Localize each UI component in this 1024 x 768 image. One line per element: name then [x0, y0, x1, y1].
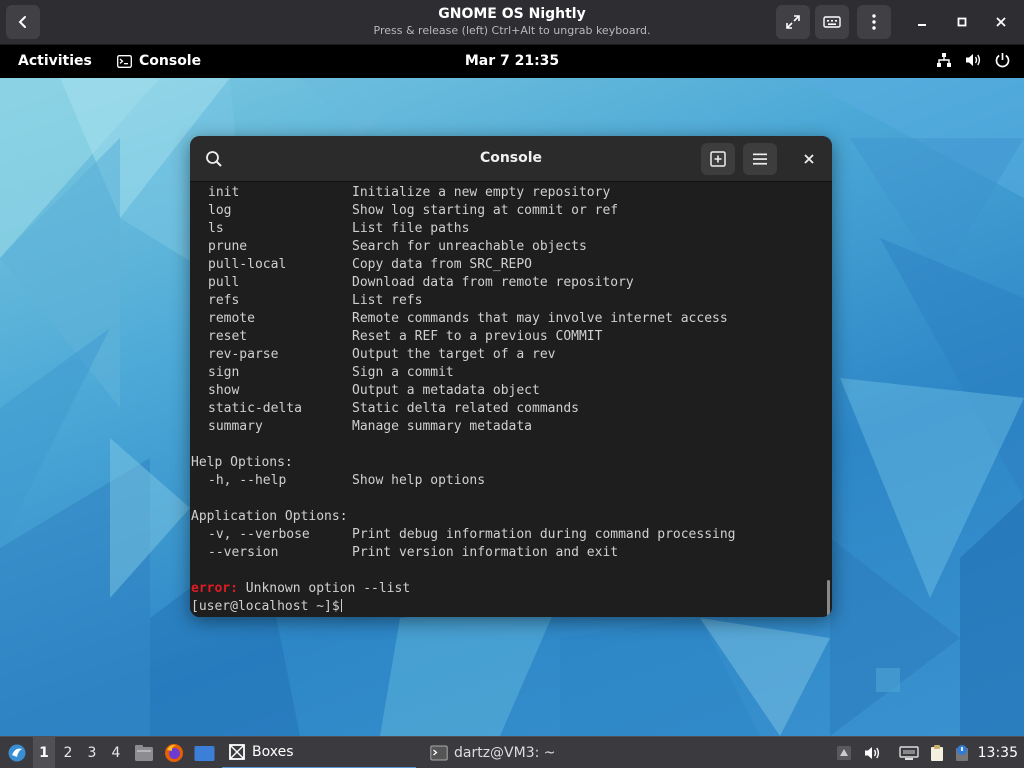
clipboard-icon [931, 745, 943, 761]
workspace-2[interactable]: 2 [57, 737, 79, 768]
new-tab-icon [710, 151, 726, 167]
taskbar-clock[interactable]: 13:35 [978, 737, 1018, 768]
file-manager-icon [135, 745, 153, 761]
kebab-menu-icon [872, 14, 876, 30]
vm-subtitle: Press & release (left) Ctrl+Alt to ungra… [373, 24, 651, 37]
back-button[interactable] [6, 5, 40, 39]
power-icon [995, 53, 1010, 68]
error-message: Unknown option --list [237, 581, 411, 596]
hamburger-menu-button[interactable] [743, 143, 777, 175]
vm-title-area: GNOME OS Nightly Press & release (left) … [300, 6, 724, 38]
update-icon [956, 745, 968, 761]
workspace-3[interactable]: 3 [81, 737, 103, 768]
application-options-heading: Application Options: [191, 509, 348, 524]
task-terminal-label: dartz@VM3: ~ [454, 745, 556, 761]
tray-network[interactable] [898, 737, 920, 768]
tray-update[interactable] [952, 737, 972, 768]
hamburger-menu-icon [753, 153, 767, 165]
gnome-top-bar: Activities Console Mar 7 21:35 [0, 45, 1024, 78]
close-button[interactable] [988, 9, 1014, 35]
show-desktop-button[interactable] [192, 737, 216, 768]
terminal-icon [117, 54, 132, 68]
vm-title: GNOME OS Nightly [438, 6, 586, 22]
firefox-icon [165, 744, 183, 762]
activities-button[interactable]: Activities [18, 53, 92, 69]
app-menu-label: Console [139, 53, 202, 69]
chevron-left-icon [18, 16, 26, 28]
help-options-heading: Help Options: [191, 455, 293, 470]
console-title: Console [479, 150, 543, 166]
fullscreen-button[interactable] [776, 5, 810, 39]
notification-icon [837, 746, 851, 760]
distro-logo-icon [8, 744, 26, 762]
tray-notification[interactable] [834, 737, 854, 768]
cursor [340, 599, 342, 612]
terminal-scrollbar[interactable] [827, 580, 830, 617]
workspace-4[interactable]: 4 [105, 737, 127, 768]
keyboard-icon [823, 16, 841, 28]
network-wired-icon [937, 53, 951, 67]
desktop-icon [194, 745, 214, 761]
console-close-button[interactable] [792, 143, 826, 175]
minimize-icon [918, 24, 926, 26]
fullscreen-icon [786, 15, 800, 29]
workspace-1[interactable]: 1 [33, 737, 55, 768]
maximize-button[interactable] [949, 9, 975, 35]
volume-icon [966, 54, 981, 66]
task-boxes[interactable]: Boxes [222, 737, 416, 768]
system-tray[interactable] [936, 52, 1010, 68]
host-taskbar: 1 2 3 4 Boxes dartz@VM3: ~ 13:35 [0, 736, 1024, 768]
task-boxes-label: Boxes [252, 744, 294, 760]
close-icon [996, 17, 1006, 27]
clock-button[interactable]: Mar 7 21:35 [412, 53, 612, 69]
shell-prompt: [user@localhost ~]$ [191, 599, 340, 614]
file-manager-launcher[interactable] [133, 737, 155, 768]
prompt-line[interactable]: [user@localhost ~]$ [191, 598, 342, 616]
tray-clipboard[interactable] [926, 737, 948, 768]
boxes-icon [229, 744, 245, 760]
error-line: error: Unknown option --list [191, 580, 410, 598]
firefox-launcher[interactable] [163, 737, 185, 768]
console-window[interactable]: Console init Initialize a new empty repos… [190, 136, 832, 617]
volume-icon [864, 747, 879, 759]
maximize-icon [957, 17, 967, 27]
network-icon [899, 746, 919, 760]
app-menu-button[interactable]: Console [117, 53, 201, 69]
console-headerbar: Console [190, 136, 832, 182]
keyboard-button[interactable] [815, 5, 849, 39]
minimize-button[interactable] [909, 9, 935, 35]
terminal-icon [430, 745, 448, 761]
new-tab-button[interactable] [701, 143, 735, 175]
terminal-view[interactable]: init Initialize a new empty repository lo… [190, 182, 832, 617]
start-menu-button[interactable] [4, 737, 30, 768]
task-terminal[interactable]: dartz@VM3: ~ [426, 737, 626, 768]
error-label: error: [191, 581, 238, 596]
tray-volume[interactable] [862, 737, 882, 768]
menu-button[interactable] [857, 5, 891, 39]
vm-titlebar: GNOME OS Nightly Press & release (left) … [0, 0, 1024, 45]
close-icon [804, 154, 814, 164]
